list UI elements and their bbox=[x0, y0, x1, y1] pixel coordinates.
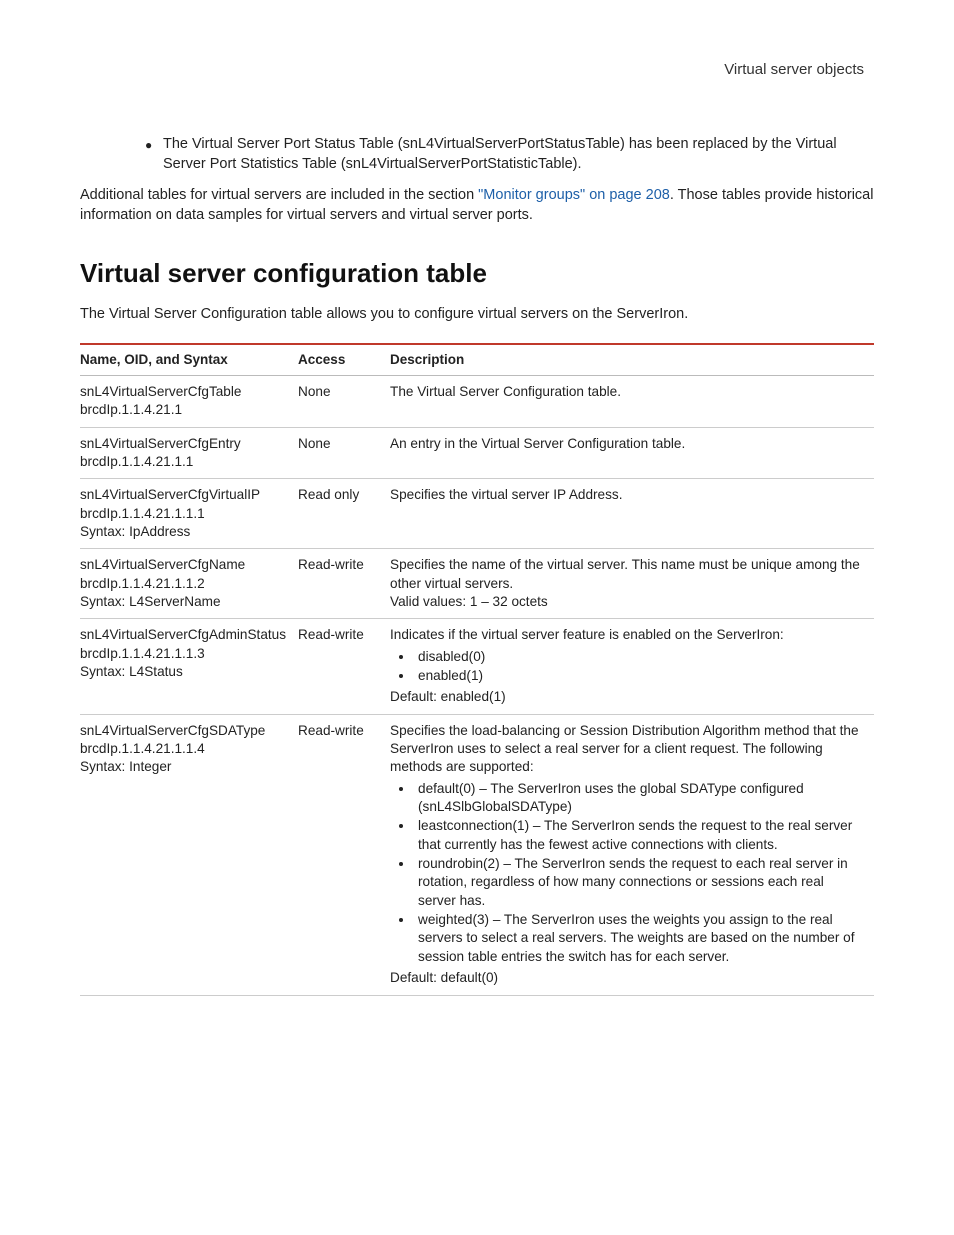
nos-line: snL4VirtualServerCfgAdminStatus bbox=[80, 626, 286, 644]
monitor-groups-link[interactable]: "Monitor groups" on page 208 bbox=[478, 187, 670, 203]
desc-text: Specifies the virtual server IP Address. bbox=[390, 486, 862, 504]
desc-post: Default: enabled(1) bbox=[390, 688, 862, 706]
table-row: snL4VirtualServerCfgTablebrcdIp.1.1.4.21… bbox=[80, 375, 874, 427]
list-item: roundrobin(2) – The ServerIron sends the… bbox=[414, 855, 862, 910]
nos-line: snL4VirtualServerCfgName bbox=[80, 556, 286, 574]
list-item: disabled(0) bbox=[414, 648, 862, 666]
list-item: enabled(1) bbox=[414, 667, 862, 685]
para-pre: Additional tables for virtual servers ar… bbox=[80, 187, 478, 203]
table-row: snL4VirtualServerCfgVirtualIPbrcdIp.1.1.… bbox=[80, 479, 874, 549]
cell-name-oid-syntax: snL4VirtualServerCfgNamebrcdIp.1.1.4.21.… bbox=[80, 549, 298, 619]
list-item: default(0) – The ServerIron uses the glo… bbox=[414, 780, 862, 817]
nos-line: brcdIp.1.1.4.21.1.1.1 bbox=[80, 505, 286, 523]
cell-description: Specifies the name of the virtual server… bbox=[390, 549, 874, 619]
cell-name-oid-syntax: snL4VirtualServerCfgAdminStatusbrcdIp.1.… bbox=[80, 619, 298, 714]
nos-line: brcdIp.1.1.4.21.1.1.4 bbox=[80, 740, 286, 758]
nos-line: brcdIp.1.1.4.21.1.1 bbox=[80, 453, 286, 471]
desc-text: Valid values: 1 – 32 octets bbox=[390, 593, 862, 611]
nos-line: snL4VirtualServerCfgTable bbox=[80, 383, 286, 401]
cell-access: None bbox=[298, 375, 390, 427]
nos-line: snL4VirtualServerCfgVirtualIP bbox=[80, 486, 286, 504]
table-row: snL4VirtualServerCfgSDATypebrcdIp.1.1.4.… bbox=[80, 714, 874, 995]
config-table: Name, OID, and Syntax Access Description… bbox=[80, 343, 874, 996]
cell-access: Read only bbox=[298, 479, 390, 549]
cell-description: An entry in the Virtual Server Configura… bbox=[390, 427, 874, 479]
table-row: snL4VirtualServerCfgEntrybrcdIp.1.1.4.21… bbox=[80, 427, 874, 479]
nos-line: snL4VirtualServerCfgEntry bbox=[80, 435, 286, 453]
desc-list: disabled(0)enabled(1) bbox=[390, 648, 862, 686]
cell-name-oid-syntax: snL4VirtualServerCfgVirtualIPbrcdIp.1.1.… bbox=[80, 479, 298, 549]
col-header-name: Name, OID, and Syntax bbox=[80, 344, 298, 376]
cell-name-oid-syntax: snL4VirtualServerCfgSDATypebrcdIp.1.1.4.… bbox=[80, 714, 298, 995]
top-bullet-text: The Virtual Server Port Status Table (sn… bbox=[163, 135, 874, 174]
page-header-right: Virtual server objects bbox=[80, 60, 864, 80]
cell-name-oid-syntax: snL4VirtualServerCfgTablebrcdIp.1.1.4.21… bbox=[80, 375, 298, 427]
nos-line: brcdIp.1.1.4.21.1.1.3 bbox=[80, 645, 286, 663]
intro-paragraph: Additional tables for virtual servers ar… bbox=[80, 186, 874, 225]
nos-line: brcdIp.1.1.4.21.1.1.2 bbox=[80, 575, 286, 593]
nos-line: Syntax: L4ServerName bbox=[80, 593, 286, 611]
desc-post: Default: default(0) bbox=[390, 969, 862, 987]
cell-access: None bbox=[298, 427, 390, 479]
desc-text: Specifies the load-balancing or Session … bbox=[390, 722, 862, 777]
cell-access: Read-write bbox=[298, 714, 390, 995]
nos-line: Syntax: Integer bbox=[80, 758, 286, 776]
nos-line: Syntax: L4Status bbox=[80, 663, 286, 681]
cell-access: Read-write bbox=[298, 619, 390, 714]
nos-line: Syntax: IpAddress bbox=[80, 523, 286, 541]
nos-line: snL4VirtualServerCfgSDAType bbox=[80, 722, 286, 740]
list-item: weighted(3) – The ServerIron uses the we… bbox=[414, 911, 862, 966]
desc-list: default(0) – The ServerIron uses the glo… bbox=[390, 780, 862, 966]
desc-text: Indicates if the virtual server feature … bbox=[390, 626, 862, 644]
section-title: Virtual server configuration table bbox=[80, 256, 874, 291]
list-item: leastconnection(1) – The ServerIron send… bbox=[414, 817, 862, 854]
nos-line: brcdIp.1.1.4.21.1 bbox=[80, 401, 286, 419]
desc-text: Specifies the name of the virtual server… bbox=[390, 556, 862, 593]
col-header-description: Description bbox=[390, 344, 874, 376]
bullet-icon: ● bbox=[145, 135, 163, 174]
top-bullet-block: ● The Virtual Server Port Status Table (… bbox=[80, 135, 874, 174]
section-intro: The Virtual Server Configuration table a… bbox=[80, 305, 874, 325]
cell-description: The Virtual Server Configuration table. bbox=[390, 375, 874, 427]
table-row: snL4VirtualServerCfgNamebrcdIp.1.1.4.21.… bbox=[80, 549, 874, 619]
desc-text: The Virtual Server Configuration table. bbox=[390, 383, 862, 401]
col-header-access: Access bbox=[298, 344, 390, 376]
cell-access: Read-write bbox=[298, 549, 390, 619]
cell-description: Indicates if the virtual server feature … bbox=[390, 619, 874, 714]
table-row: snL4VirtualServerCfgAdminStatusbrcdIp.1.… bbox=[80, 619, 874, 714]
cell-description: Specifies the virtual server IP Address. bbox=[390, 479, 874, 549]
cell-description: Specifies the load-balancing or Session … bbox=[390, 714, 874, 995]
cell-name-oid-syntax: snL4VirtualServerCfgEntrybrcdIp.1.1.4.21… bbox=[80, 427, 298, 479]
desc-text: An entry in the Virtual Server Configura… bbox=[390, 435, 862, 453]
